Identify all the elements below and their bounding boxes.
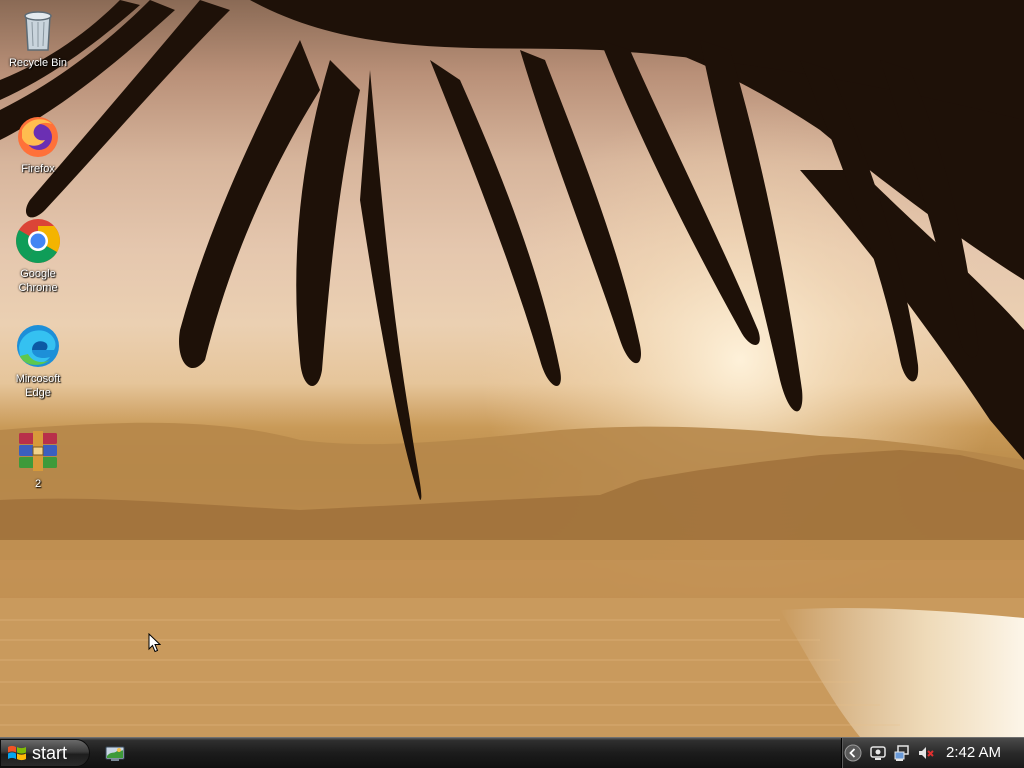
show-desktop-icon[interactable] bbox=[104, 742, 126, 764]
desktop-icon-label: 2 bbox=[34, 478, 42, 490]
wallpaper-image bbox=[0, 0, 1024, 737]
desktop-icon-recycle-bin[interactable]: Recycle Bin bbox=[2, 6, 74, 70]
windows-logo-icon bbox=[8, 745, 26, 761]
mouse-cursor-icon bbox=[148, 633, 161, 653]
desktop-icon-label: Google Chrome bbox=[18, 268, 58, 294]
volume-muted-icon[interactable] bbox=[917, 744, 935, 762]
desktop-icon-firefox[interactable]: Firefox bbox=[2, 112, 74, 176]
firefox-icon bbox=[18, 117, 58, 157]
recycle-bin-icon bbox=[24, 11, 52, 51]
chrome-icon bbox=[16, 219, 60, 263]
safely-remove-hardware-icon[interactable] bbox=[893, 744, 911, 762]
winrar-archive-icon bbox=[19, 431, 57, 471]
network-icon[interactable] bbox=[869, 744, 887, 762]
start-label: start bbox=[32, 743, 68, 763]
desktop-icon-microsoft-edge[interactable]: Mircosoft Edge bbox=[2, 322, 74, 400]
desktop-icon-label: Firefox bbox=[21, 163, 55, 175]
desktop-icon-archive-2[interactable]: 2 bbox=[2, 427, 74, 491]
desktop-icon-google-chrome[interactable]: Google Chrome bbox=[2, 217, 74, 295]
clock[interactable]: 2:42 AM bbox=[946, 738, 1001, 768]
edge-icon bbox=[17, 325, 59, 367]
start-button[interactable]: start bbox=[0, 739, 90, 767]
system-tray: 2:42 AM bbox=[841, 738, 1024, 768]
desktop-icon-label: Recycle Bin bbox=[8, 57, 68, 69]
desktop[interactable]: Recycle Bin Firefox Google Chrome Mircos… bbox=[0, 0, 1024, 737]
taskbar: start 2:42 AM bbox=[0, 737, 1024, 768]
desktop-icon-label: Mircosoft Edge bbox=[15, 373, 61, 399]
chevron-left-icon[interactable] bbox=[844, 744, 862, 762]
